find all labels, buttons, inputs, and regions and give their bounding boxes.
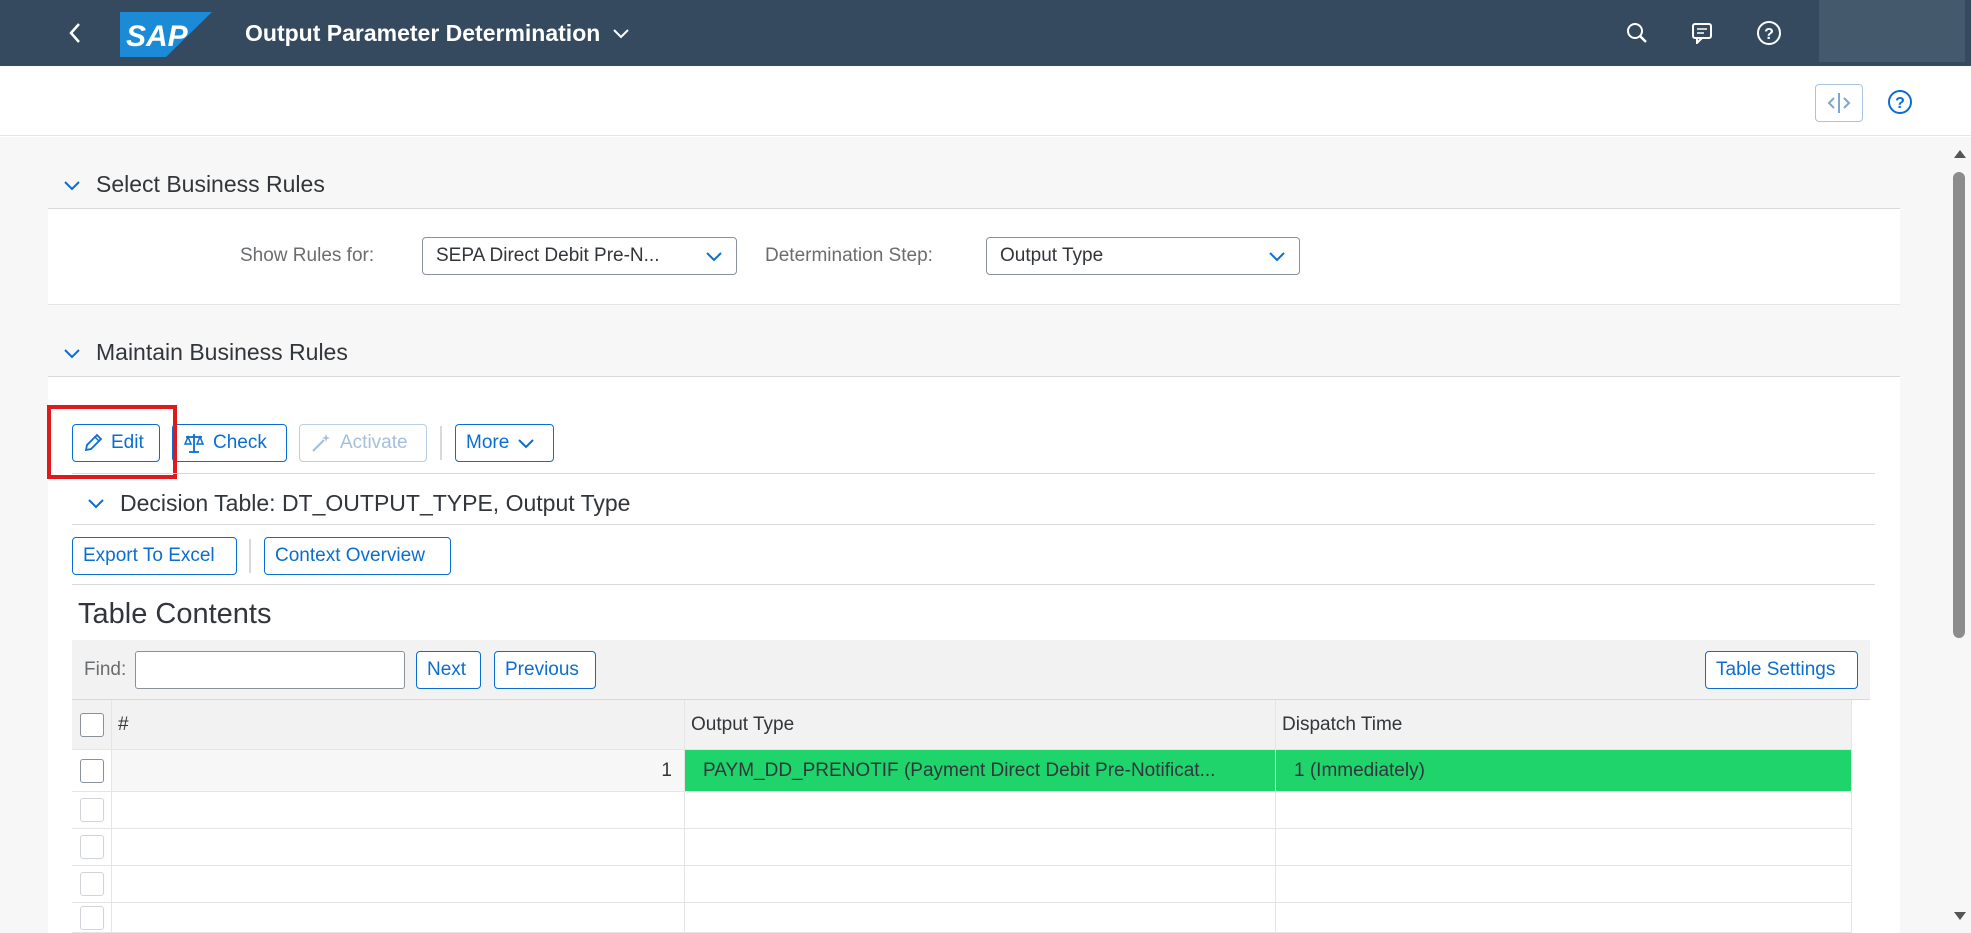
column-header-output-type[interactable]: Output Type xyxy=(685,700,1276,749)
dispatch-time-cell[interactable]: 1 (Immediately) xyxy=(1276,750,1852,791)
context-label: Context Overview xyxy=(275,545,425,566)
toolbar-separator xyxy=(440,426,442,460)
collapse-toggle[interactable] xyxy=(84,491,108,515)
chevron-down-icon xyxy=(88,499,104,509)
section-title: Maintain Business Rules xyxy=(96,339,348,365)
page-subheader xyxy=(0,66,1971,136)
determination-step-label: Determination Step: xyxy=(765,245,933,266)
export-label: Export To Excel xyxy=(83,545,215,566)
sap-logo[interactable]: SAP xyxy=(120,12,212,57)
determination-step-value: Output Type xyxy=(1000,245,1104,266)
column-header-number[interactable]: # xyxy=(112,700,685,749)
table-settings-button[interactable]: Table Settings xyxy=(1705,651,1858,689)
svg-text:SAP: SAP xyxy=(126,20,189,53)
search-icon xyxy=(1627,23,1647,43)
previous-button[interactable]: Previous xyxy=(494,651,596,689)
scroll-up-arrow[interactable] xyxy=(1954,150,1966,158)
next-button[interactable]: Next xyxy=(416,651,481,689)
app-title-menu[interactable]: Output Parameter Determination xyxy=(245,18,630,48)
context-overview-button[interactable]: Context Overview xyxy=(264,537,451,575)
table-row[interactable]: 1 PAYM_DD_PRENOTIF (Payment Direct Debit… xyxy=(72,750,1852,792)
shell-bar: SAP Output Parameter Determination ? xyxy=(0,0,1971,66)
scrollbar-thumb[interactable] xyxy=(1953,172,1965,638)
decision-table-header: Decision Table: DT_OUTPUT_TYPE, Output T… xyxy=(72,488,630,518)
edit-label: Edit xyxy=(111,432,144,453)
table-contents-title: Table Contents xyxy=(78,598,272,630)
export-to-excel-button[interactable]: Export To Excel xyxy=(72,537,237,575)
chevron-down-icon xyxy=(64,348,80,358)
row-checkbox[interactable] xyxy=(79,872,104,896)
output-type-cell[interactable]: PAYM_DD_PRENOTIF (Payment Direct Debit P… xyxy=(685,750,1276,791)
find-label: Find: xyxy=(84,659,127,680)
help-button[interactable]: ? xyxy=(1752,16,1786,50)
collapse-toggle[interactable] xyxy=(60,341,84,365)
table-row[interactable] xyxy=(72,792,1852,829)
next-label: Next xyxy=(427,659,467,680)
table-row[interactable] xyxy=(72,829,1852,866)
split-view-icon xyxy=(1827,93,1851,113)
more-button[interactable]: More xyxy=(455,424,554,462)
determination-step-select[interactable]: Output Type xyxy=(986,237,1300,275)
svg-text:?: ? xyxy=(1764,26,1774,43)
help-icon: ? xyxy=(1888,90,1912,114)
chevron-down-icon xyxy=(1269,252,1285,262)
divider xyxy=(72,524,1875,525)
previous-label: Previous xyxy=(505,659,579,680)
more-label: More xyxy=(466,432,510,453)
chevron-down-icon xyxy=(518,439,535,449)
scale-icon xyxy=(183,434,205,453)
chevron-down-icon xyxy=(613,29,630,39)
edit-button[interactable]: Edit xyxy=(72,424,160,462)
maintain-rules-section-header: Maintain Business Rules xyxy=(48,329,1900,377)
row-checkbox[interactable] xyxy=(79,758,104,783)
app-title: Output Parameter Determination xyxy=(245,19,601,46)
activate-button[interactable]: Activate xyxy=(299,424,427,462)
show-rules-select[interactable]: SEPA Direct Debit Pre-N... xyxy=(422,237,737,275)
notifications-icon xyxy=(1692,23,1712,44)
divider xyxy=(72,584,1875,585)
select-rules-section-header: Select Business Rules xyxy=(48,161,1900,209)
table-header-row: # Output Type Dispatch Time xyxy=(72,700,1852,750)
row-checkbox[interactable] xyxy=(79,835,104,859)
divider xyxy=(72,473,1875,474)
toolbar-separator xyxy=(249,539,251,573)
row-checkbox[interactable] xyxy=(79,905,104,930)
user-avatar[interactable] xyxy=(1819,0,1965,62)
svg-text:?: ? xyxy=(1895,95,1905,112)
column-header-dispatch-time[interactable]: Dispatch Time xyxy=(1276,700,1852,749)
back-icon xyxy=(69,23,80,43)
back-button[interactable] xyxy=(58,16,92,50)
search-button[interactable] xyxy=(1620,16,1654,50)
table-settings-label: Table Settings xyxy=(1716,659,1836,680)
magic-wand-icon xyxy=(312,434,330,452)
collapse-toggle[interactable] xyxy=(60,173,84,197)
notifications-button[interactable] xyxy=(1686,16,1720,50)
show-rules-label: Show Rules for: xyxy=(240,245,375,266)
find-input[interactable] xyxy=(135,651,405,689)
page-help-button[interactable]: ? xyxy=(1883,85,1917,119)
chevron-down-icon xyxy=(706,252,722,262)
row-checkbox[interactable] xyxy=(79,798,104,822)
split-view-button[interactable] xyxy=(1815,84,1863,122)
pencil-icon xyxy=(84,433,103,452)
decision-table-title: Decision Table: DT_OUTPUT_TYPE, Output T… xyxy=(120,489,631,516)
section-title: Select Business Rules xyxy=(96,171,325,197)
chevron-down-icon xyxy=(64,180,80,190)
check-button[interactable]: Check xyxy=(172,424,287,462)
help-icon: ? xyxy=(1757,21,1781,45)
activate-label: Activate xyxy=(340,432,408,453)
row-number: 1 xyxy=(112,750,685,791)
table-row[interactable] xyxy=(72,866,1852,903)
show-rules-value: SEPA Direct Debit Pre-N... xyxy=(436,245,660,266)
scroll-down-arrow[interactable] xyxy=(1954,912,1966,920)
select-all-checkbox[interactable] xyxy=(79,712,104,737)
table-row[interactable] xyxy=(72,903,1852,933)
check-label: Check xyxy=(213,432,267,453)
